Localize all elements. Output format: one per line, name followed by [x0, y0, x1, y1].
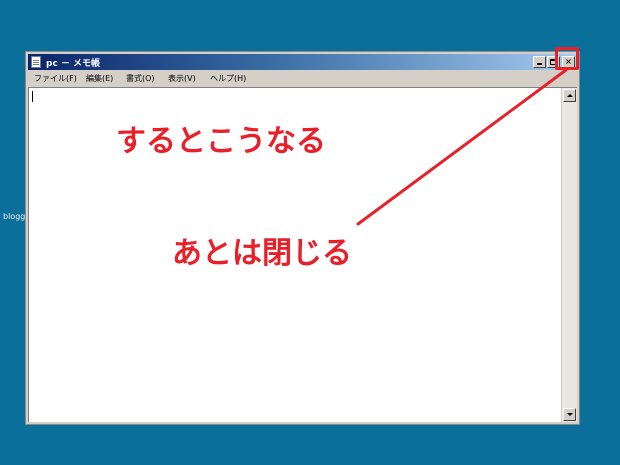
scroll-up-button[interactable]: [563, 89, 576, 102]
scroll-down-button[interactable]: [563, 408, 576, 421]
text-caret: [32, 91, 33, 102]
menu-format[interactable]: 書式(O): [126, 73, 155, 84]
menu-view[interactable]: 表示(V): [168, 73, 196, 84]
title-bar[interactable]: pc － メモ帳 ×: [28, 54, 577, 70]
menu-file[interactable]: ファイル(F): [34, 73, 77, 84]
annotation-text-close: あとは閉じる: [172, 236, 352, 271]
arrow-down-icon: [567, 413, 573, 416]
minimize-icon: [537, 63, 542, 65]
window-title: pc － メモ帳: [46, 59, 101, 69]
menu-help[interactable]: ヘルプ(H): [210, 73, 246, 84]
notepad-app-icon[interactable]: [31, 56, 41, 68]
menu-edit[interactable]: 編集(E): [86, 73, 113, 84]
minimize-button[interactable]: [533, 56, 546, 68]
desktop-icon-label[interactable]: blogg: [3, 212, 25, 221]
menu-bar: ファイル(F) 編集(E) 書式(O) 表示(V) ヘルプ(H): [28, 71, 577, 85]
arrow-up-icon: [567, 94, 573, 97]
vertical-scrollbar[interactable]: [561, 88, 577, 422]
annotation-text-result: するとこうなる: [116, 124, 326, 159]
close-button-highlight: [555, 47, 579, 70]
